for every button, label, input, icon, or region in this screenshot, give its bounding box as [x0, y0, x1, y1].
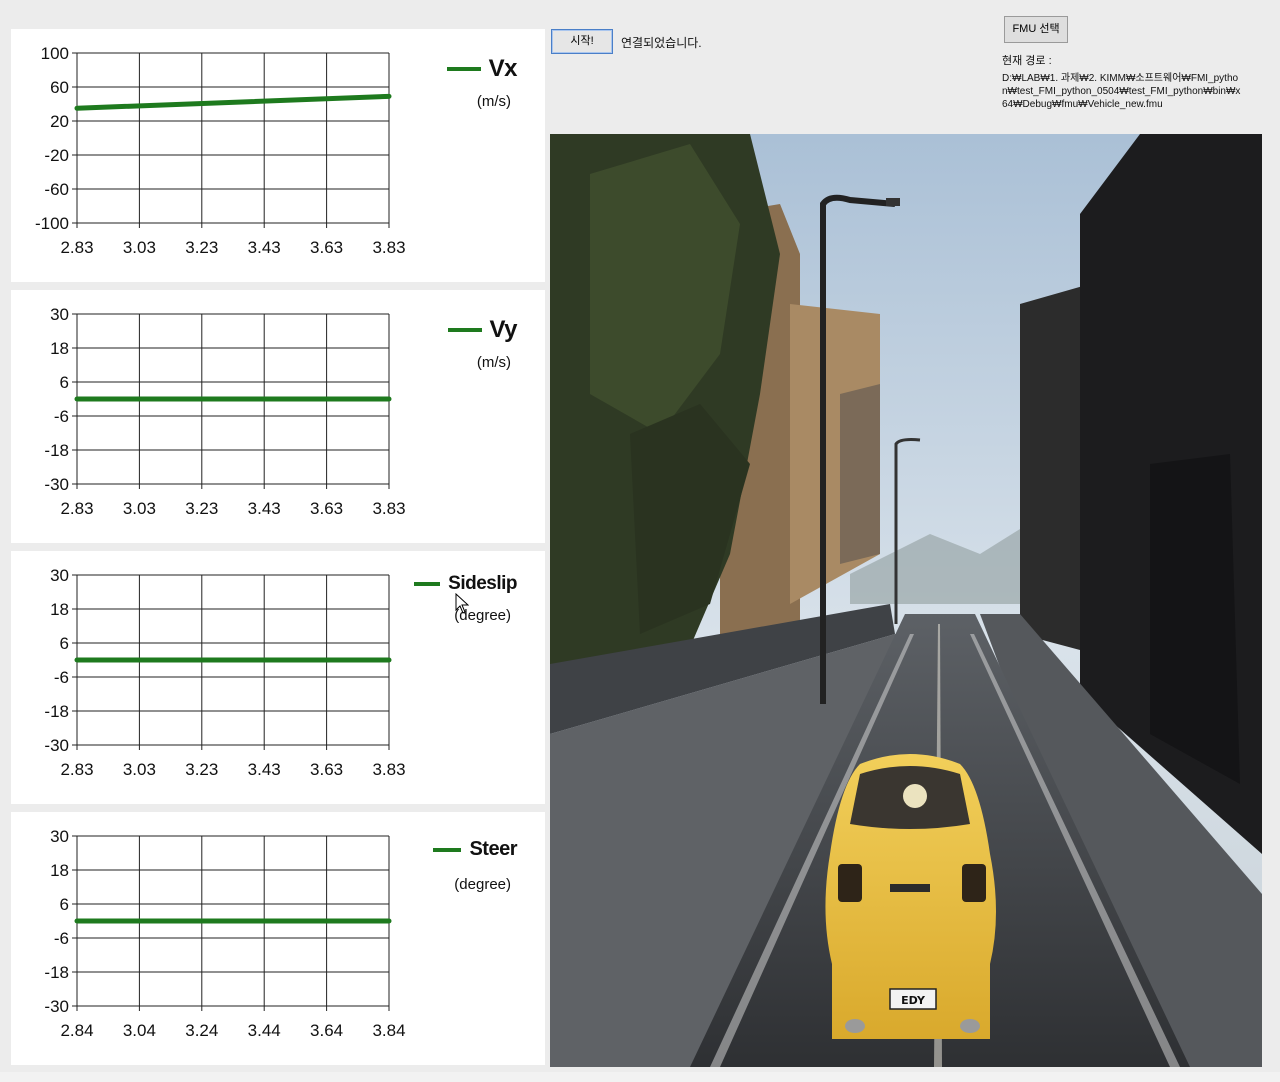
y-tick-label: 18 [50, 600, 69, 619]
x-tick-label: 2.84 [60, 1021, 93, 1040]
x-tick-label: 3.44 [248, 1021, 281, 1040]
simulation-scene: EDY [550, 134, 1262, 1067]
y-tick-label: -100 [35, 214, 69, 233]
x-tick-label: 3.03 [123, 760, 156, 779]
y-tick-label: -18 [44, 441, 69, 460]
y-tick-label: 100 [41, 44, 69, 63]
legend-label-steer: Steer [469, 838, 517, 860]
legend-vy: Vy [447, 316, 518, 344]
y-tick-label: -30 [44, 736, 69, 755]
x-tick-label: 2.83 [60, 760, 93, 779]
chart-panel-vy: 2.83 3.03 3.23 3.43 3.63 3.83 30 18 6 -6 -18 -30 Vy… [11, 290, 545, 543]
mouse-cursor-icon [455, 593, 469, 614]
legend-swatch [447, 328, 482, 332]
x-tick-label: 3.83 [372, 760, 405, 779]
y-tick-label: -18 [44, 963, 69, 982]
x-tick-label: 3.23 [185, 499, 218, 518]
y-tick-label: -6 [54, 668, 69, 687]
legend-swatch [446, 67, 481, 71]
y-tick-label: 20 [50, 112, 69, 131]
x-tick-label: 3.23 [185, 238, 218, 257]
lamp-head [886, 198, 900, 206]
x-tick-label: 3.43 [248, 238, 281, 257]
legend-label-vy: Vy [489, 316, 518, 343]
unit-label-vy: (m/s) [476, 354, 511, 371]
unit-label-vx: (m/s) [476, 93, 511, 110]
y-tick-label: 60 [50, 78, 69, 97]
y-tick-label: 6 [60, 634, 69, 653]
x-tick-label: 2.83 [60, 499, 93, 518]
chart-panel-steer: 2.84 3.04 3.24 3.44 3.64 3.84 30 18 6 -6 -18 -30 St… [11, 812, 545, 1065]
y-tick-label: 30 [50, 827, 69, 846]
x-tick-label: 3.84 [372, 1021, 405, 1040]
x-tick-label: 3.63 [310, 238, 343, 257]
chart-panel-vx: 2.83 3.03 3.23 3.43 3.63 3.83 100 60 20 -20 -60 -10… [11, 29, 545, 282]
x-tick-label: 3.24 [185, 1021, 218, 1040]
y-tick-label: 6 [60, 895, 69, 914]
legend-label-sideslip: Sideslip [448, 573, 517, 594]
window-bottom-edge [0, 1072, 1280, 1082]
y-tick-label: -6 [54, 929, 69, 948]
y-tick-label: -30 [44, 997, 69, 1016]
x-tick-label: 3.04 [123, 1021, 156, 1040]
x-tick-label: 3.43 [248, 499, 281, 518]
x-tick-label: 3.83 [372, 499, 405, 518]
x-tick-label: 3.03 [123, 499, 156, 518]
x-tick-label: 3.63 [310, 499, 343, 518]
start-button[interactable]: 시작! [551, 29, 613, 54]
x-tick-label: 3.63 [310, 760, 343, 779]
current-path-label: 현재 경로 : [1002, 55, 1052, 67]
connection-status: 연결되었습니다. [621, 36, 702, 50]
unit-label-steer: (degree) [454, 876, 511, 893]
y-tick-label: 18 [50, 339, 69, 358]
x-tick-label: 2.83 [60, 238, 93, 257]
legend-steer: Steer [433, 838, 517, 861]
player-car: EDY [825, 754, 996, 1039]
x-tick-label: 3.83 [372, 238, 405, 257]
legend-swatch [414, 582, 441, 586]
y-tick-label: 30 [50, 566, 69, 585]
legend-sideslip: Sideslip [414, 573, 517, 595]
x-tick-label: 3.03 [123, 238, 156, 257]
y-tick-label: 18 [50, 861, 69, 880]
y-tick-label: -20 [44, 146, 69, 165]
simulation-viewport[interactable]: EDY [550, 134, 1262, 1067]
current-path-value: D:₩LAB₩1. 과제₩2. KIMM₩소프트웨어₩FMI_python₩te… [1002, 73, 1241, 110]
y-tick-label: -6 [54, 407, 69, 426]
x-tick-label: 3.64 [310, 1021, 343, 1040]
legend-vx: Vx [446, 55, 518, 83]
legend-label-vx: Vx [488, 55, 518, 82]
fmu-select-button[interactable]: FMU 선택 [1004, 16, 1068, 43]
building-left-near [840, 384, 880, 564]
legend-swatch [433, 847, 462, 852]
chart-panel-sideslip: 2.83 3.03 3.23 3.43 3.63 3.83 30 18 6 -6 -18 -30 Si… [11, 551, 545, 804]
building-right-facade [1150, 454, 1240, 784]
license-plate: EDY [901, 994, 926, 1007]
series-line-vx [74, 93, 392, 111]
y-tick-label: -30 [44, 475, 69, 494]
x-tick-label: 3.23 [185, 760, 218, 779]
x-tick-label: 3.43 [248, 760, 281, 779]
y-tick-label: -18 [44, 702, 69, 721]
y-tick-label: 6 [60, 373, 69, 392]
y-tick-label: 30 [50, 305, 69, 324]
y-tick-label: -60 [44, 180, 69, 199]
